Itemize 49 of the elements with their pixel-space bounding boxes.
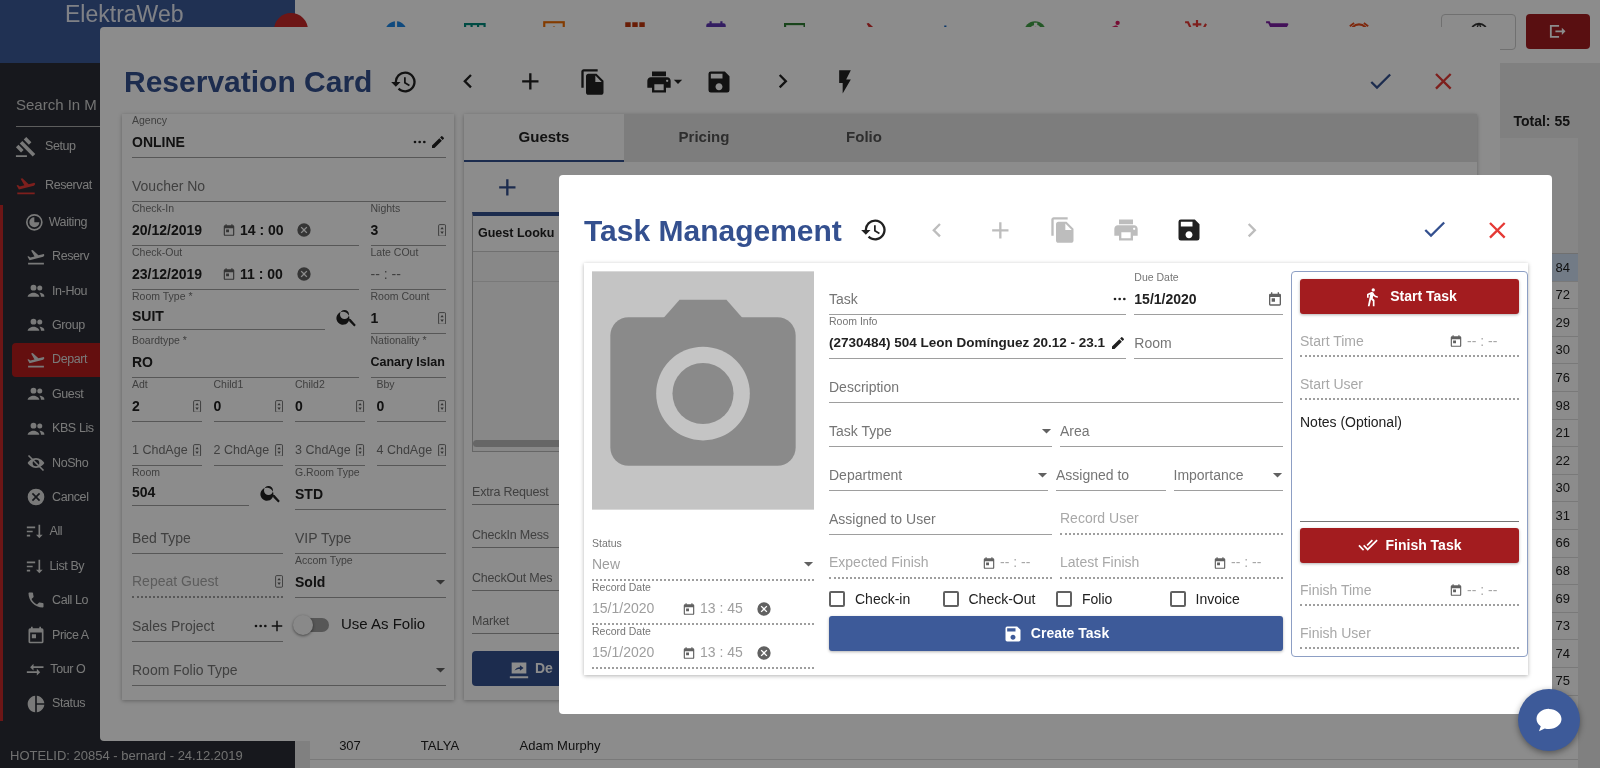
table-cell-text: 30 xyxy=(1554,341,1571,360)
table-cell-text: 73 xyxy=(1554,617,1571,636)
table-cell-text: 22 xyxy=(1554,451,1571,470)
table-cell-text: 30 xyxy=(1554,479,1571,498)
checkbox-label: Check-in xyxy=(855,589,911,609)
table-cell-text: 29 xyxy=(1554,313,1571,332)
field-label: Bby xyxy=(376,378,396,391)
field-label: Late COut xyxy=(370,246,420,259)
field-label: Room Count xyxy=(370,290,431,303)
field-label: Check-In xyxy=(132,202,175,215)
table-cell-text: TALYA xyxy=(419,737,461,756)
table-cell-text: 76 xyxy=(1554,368,1571,387)
table-cell-text: 66 xyxy=(1554,534,1571,553)
checkbox-label: Invoice xyxy=(1195,589,1240,609)
checkbox-label: Check-Out xyxy=(968,589,1036,609)
field-label: Adt xyxy=(132,378,149,391)
field-label: Child1 xyxy=(213,378,245,391)
dialog-title: Reservation Card xyxy=(124,64,373,100)
field-label: Room Type * xyxy=(132,290,194,303)
field-label: Status xyxy=(592,537,623,550)
field-label: Boardtype * xyxy=(132,334,188,347)
field-label: Child2 xyxy=(295,378,326,391)
table-cell-text: 307 xyxy=(338,737,362,756)
toggle-label: Use As Folio xyxy=(341,614,426,635)
field-label: Agency xyxy=(132,114,169,127)
field-label: Due Date xyxy=(1134,271,1180,284)
checkbox-label: Folio xyxy=(1082,589,1113,609)
table-cell-text: 84 xyxy=(1554,258,1571,277)
table-cell-text: 68 xyxy=(1554,562,1571,581)
field-label: Room Info xyxy=(829,315,879,328)
table-cell-text: 69 xyxy=(1554,589,1571,608)
footer-text: HOTELID: 20854 - bernard - 24.12.2019 xyxy=(9,746,244,765)
table-cell-text: 75 xyxy=(1554,672,1571,691)
total-count: Total: 55 xyxy=(1513,112,1570,131)
field-label: G.Room Type xyxy=(295,466,361,479)
field-label: Room xyxy=(132,466,161,479)
table-cell-text: 72 xyxy=(1554,286,1571,305)
field-label: Record Date xyxy=(592,581,652,594)
field-label: Accom Type xyxy=(295,554,354,567)
app-logo-text: ElektraWeb xyxy=(65,1,184,27)
field-label: Nationality * xyxy=(370,334,428,347)
field-label: Record Date xyxy=(592,625,652,638)
table-cell-text: Adam Murphy xyxy=(518,737,602,756)
table-cell-text: 21 xyxy=(1554,424,1571,443)
field-label: Check-Out xyxy=(132,246,184,259)
table-cell-text: 98 xyxy=(1554,396,1571,415)
field-label: Nights xyxy=(370,202,402,215)
table-cell-text: 31 xyxy=(1554,506,1571,525)
table-cell-text: 74 xyxy=(1554,644,1571,663)
